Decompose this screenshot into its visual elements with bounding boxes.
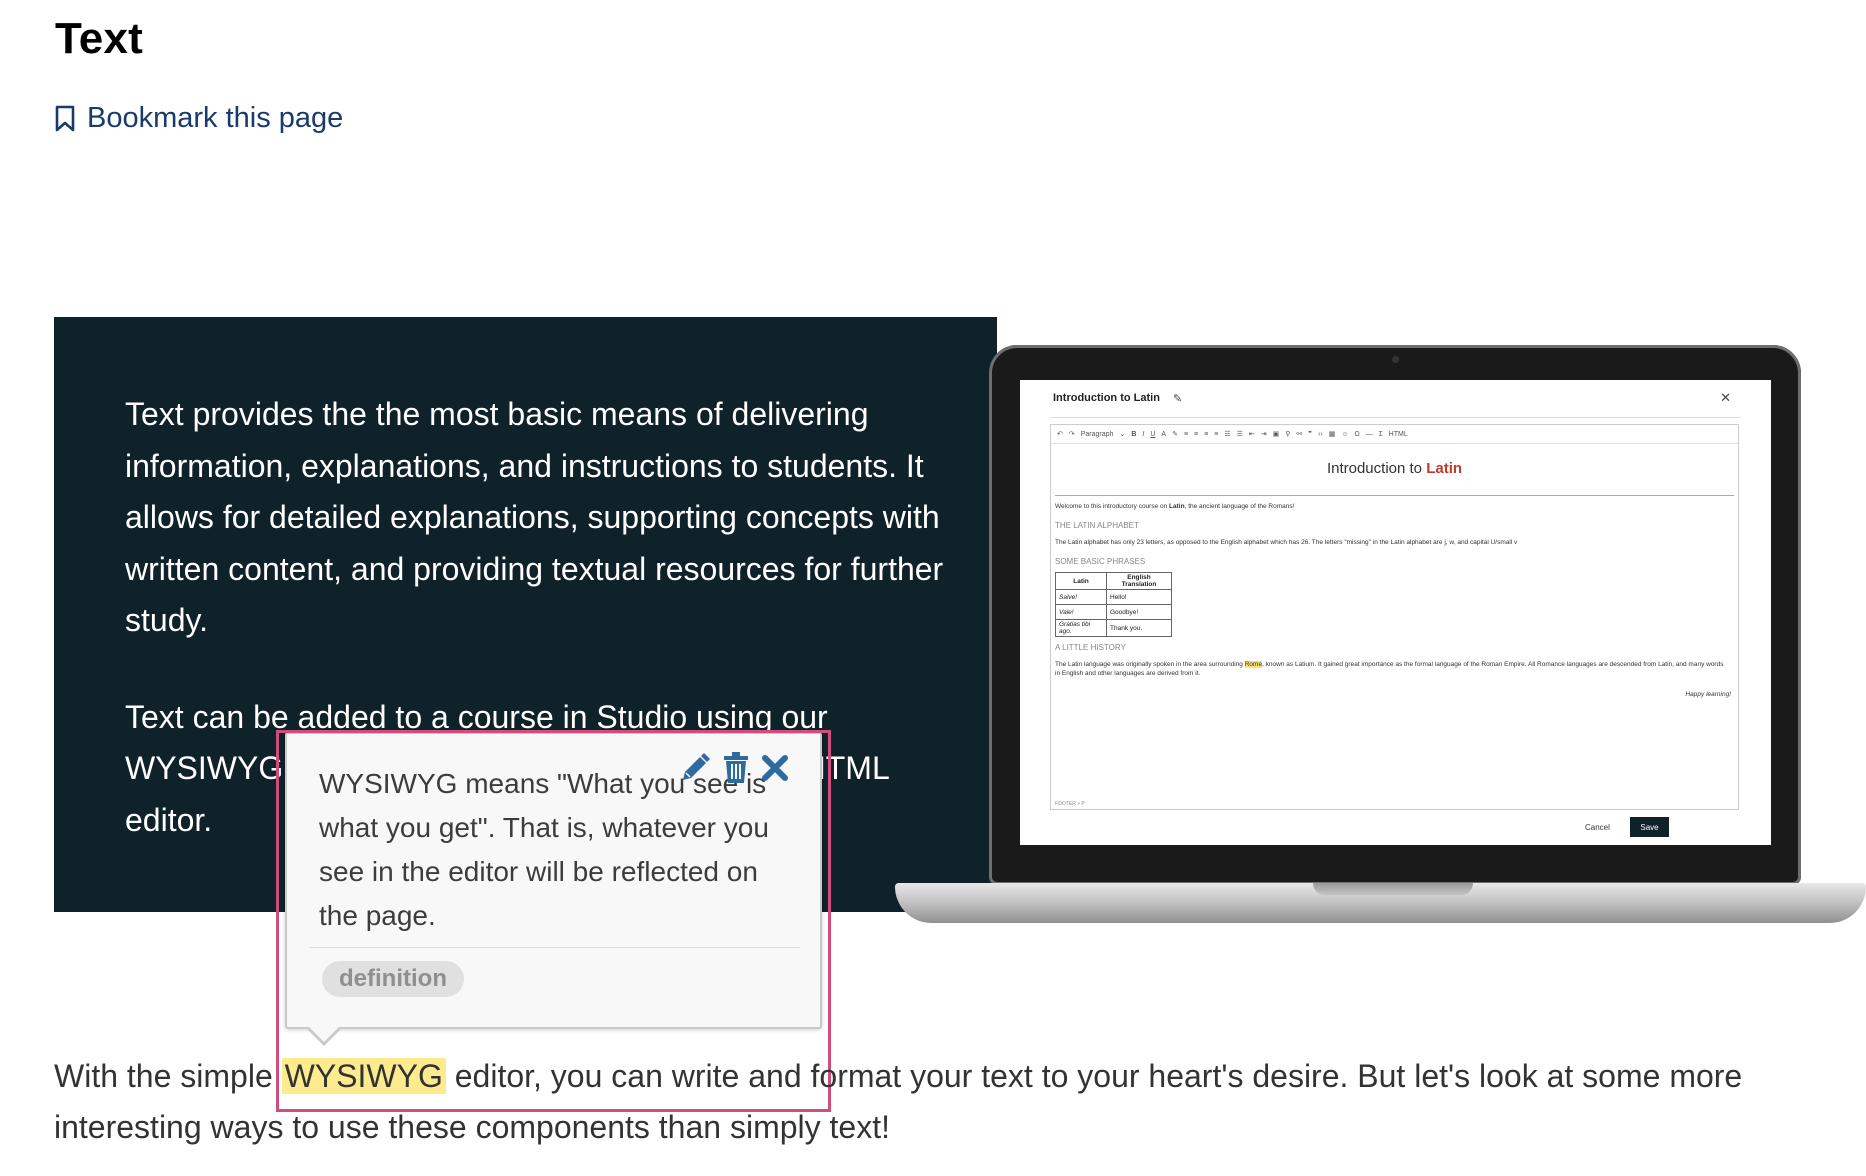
bullet-list-icon: ☰	[1224, 431, 1231, 438]
signoff-text: Happy learning!	[1685, 691, 1731, 698]
doc-title: Introduction to Latin	[1051, 460, 1738, 477]
highlighter-icon: ✎	[1172, 431, 1178, 438]
emoji-icon: ☺	[1341, 430, 1349, 438]
table-cell: Thank you.	[1106, 619, 1172, 637]
image-icon: ▣	[1272, 431, 1280, 438]
editor-screenshot: Introduction to Latin ✎ ✕ ↶ ↷ Paragraph …	[1020, 380, 1771, 845]
table-cell: Hello!	[1106, 589, 1172, 605]
table-row: Salve! Hello!	[1055, 589, 1172, 605]
popover-actions	[679, 752, 789, 789]
underline-icon: U	[1150, 430, 1156, 438]
editor-dialog-title: Introduction to Latin	[1053, 392, 1160, 404]
redo-icon: ↷	[1068, 431, 1075, 438]
heading-phrases: SOME BASIC PHRASES	[1055, 557, 1146, 566]
indent-icon: ⇥	[1260, 431, 1267, 438]
font-color-icon: A	[1161, 430, 1167, 438]
table-row: Vale! Goodbye!	[1055, 604, 1172, 620]
hr-icon: —	[1365, 430, 1373, 438]
align-right-icon: ≡	[1204, 430, 1209, 438]
editor-footer: FOOTER » P	[1055, 801, 1085, 807]
close-icon[interactable]	[761, 754, 789, 787]
history-text: The Latin language was originally spoken…	[1055, 660, 1725, 678]
table-cell: Vale!	[1055, 604, 1107, 620]
align-left-icon: ≡	[1183, 430, 1189, 438]
welcome-text: Welcome to this introductory course on L…	[1055, 502, 1725, 511]
align-justify-icon: ≡	[1214, 430, 1219, 438]
body-paragraph: With the simple WYSIWYG editor, you can …	[54, 1051, 1844, 1153]
bookmark-button[interactable]: Bookmark this page	[55, 102, 343, 135]
quote-icon: ❞	[1308, 431, 1313, 438]
pencil-icon[interactable]	[679, 752, 711, 789]
divider	[1050, 417, 1741, 418]
cancel-button: Cancel	[1585, 823, 1610, 832]
trash-icon[interactable]	[723, 752, 749, 789]
table-cell: Salve!	[1055, 589, 1107, 605]
outdent-icon: ⇤	[1248, 431, 1255, 438]
pencil-icon: ✎	[1173, 393, 1183, 405]
welcome-suffix: , the ancient language of the Romans!	[1184, 503, 1295, 510]
divider	[310, 947, 800, 948]
popover-arrow	[305, 1025, 343, 1046]
bookmark-icon	[55, 105, 75, 132]
body-text-before: With the simple	[54, 1058, 282, 1094]
laptop-notch	[1313, 883, 1473, 895]
alphabet-text: The Latin alphabet has only 23 letters, …	[1055, 539, 1518, 546]
link-icon: ⚲	[1285, 431, 1291, 438]
editor-area: ↶ ↷ Paragraph ⌄ B I U A ✎ ≡ ≡ ≡ ≡ ☰ ☰ ⇤	[1050, 424, 1739, 810]
doc-title-prefix: Introduction to	[1326, 460, 1427, 477]
align-center-icon: ≡	[1194, 430, 1199, 438]
glossary-popover: WYSIWYG means "What you see is what you …	[285, 732, 822, 1046]
divider	[1055, 495, 1734, 496]
italic-icon: I	[1142, 430, 1145, 438]
close-icon: ✕	[1720, 390, 1731, 405]
doc-title-emph: Latin	[1426, 460, 1463, 477]
save-button: Save	[1630, 817, 1669, 837]
unlink-icon: ⚯	[1296, 431, 1303, 438]
html-button: HTML	[1388, 430, 1408, 438]
history-prefix: The Latin language was originally spoken…	[1055, 661, 1245, 668]
table-header: Latin	[1055, 572, 1107, 590]
heading-history: A LITTLE HISTORY	[1055, 643, 1126, 652]
table-header: English Translation	[1106, 572, 1172, 590]
omega-icon: Ω	[1354, 430, 1360, 438]
page-title: Text	[55, 14, 144, 63]
table-row: Gratias tibi ago. Thank you.	[1055, 619, 1172, 637]
laptop-illustration: Introduction to Latin ✎ ✕ ↶ ↷ Paragraph …	[895, 345, 1866, 925]
format-select: Paragraph	[1080, 430, 1114, 438]
laptop-lid: Introduction to Latin ✎ ✕ ↶ ↷ Paragraph …	[989, 345, 1801, 885]
undo-icon: ↶	[1057, 431, 1063, 438]
clear-format-icon: Ɪ	[1378, 430, 1383, 438]
numbered-list-icon: ☰	[1236, 431, 1243, 438]
welcome-prefix: Welcome to this introductory course on	[1055, 503, 1170, 510]
glossary-term-wysiwyg[interactable]: WYSIWYG	[281, 1058, 446, 1094]
history-highlight: Rome	[1244, 661, 1263, 668]
chevron-down-icon: ⌄	[1119, 431, 1126, 438]
editor-toolbar: ↶ ↷ Paragraph ⌄ B I U A ✎ ≡ ≡ ≡ ≡ ☰ ☰ ⇤	[1051, 425, 1738, 444]
table-icon: ▦	[1328, 431, 1336, 438]
code-icon: ‹›	[1318, 430, 1323, 438]
table-cell: Goodbye!	[1106, 604, 1172, 620]
banner-paragraph-1: Text provides the the most basic means o…	[125, 396, 944, 638]
definition-tag: definition	[322, 961, 464, 997]
table-cell: Gratias tibi ago.	[1055, 619, 1107, 637]
camera-dot	[1392, 356, 1399, 363]
bookmark-label: Bookmark this page	[87, 102, 344, 134]
phrases-table: Latin English Translation Salve! Hello! …	[1055, 572, 1172, 637]
welcome-bold: Latin	[1169, 503, 1185, 510]
bold-icon: B	[1131, 430, 1137, 438]
heading-alphabet: THE LATIN ALPHABET	[1055, 521, 1139, 530]
